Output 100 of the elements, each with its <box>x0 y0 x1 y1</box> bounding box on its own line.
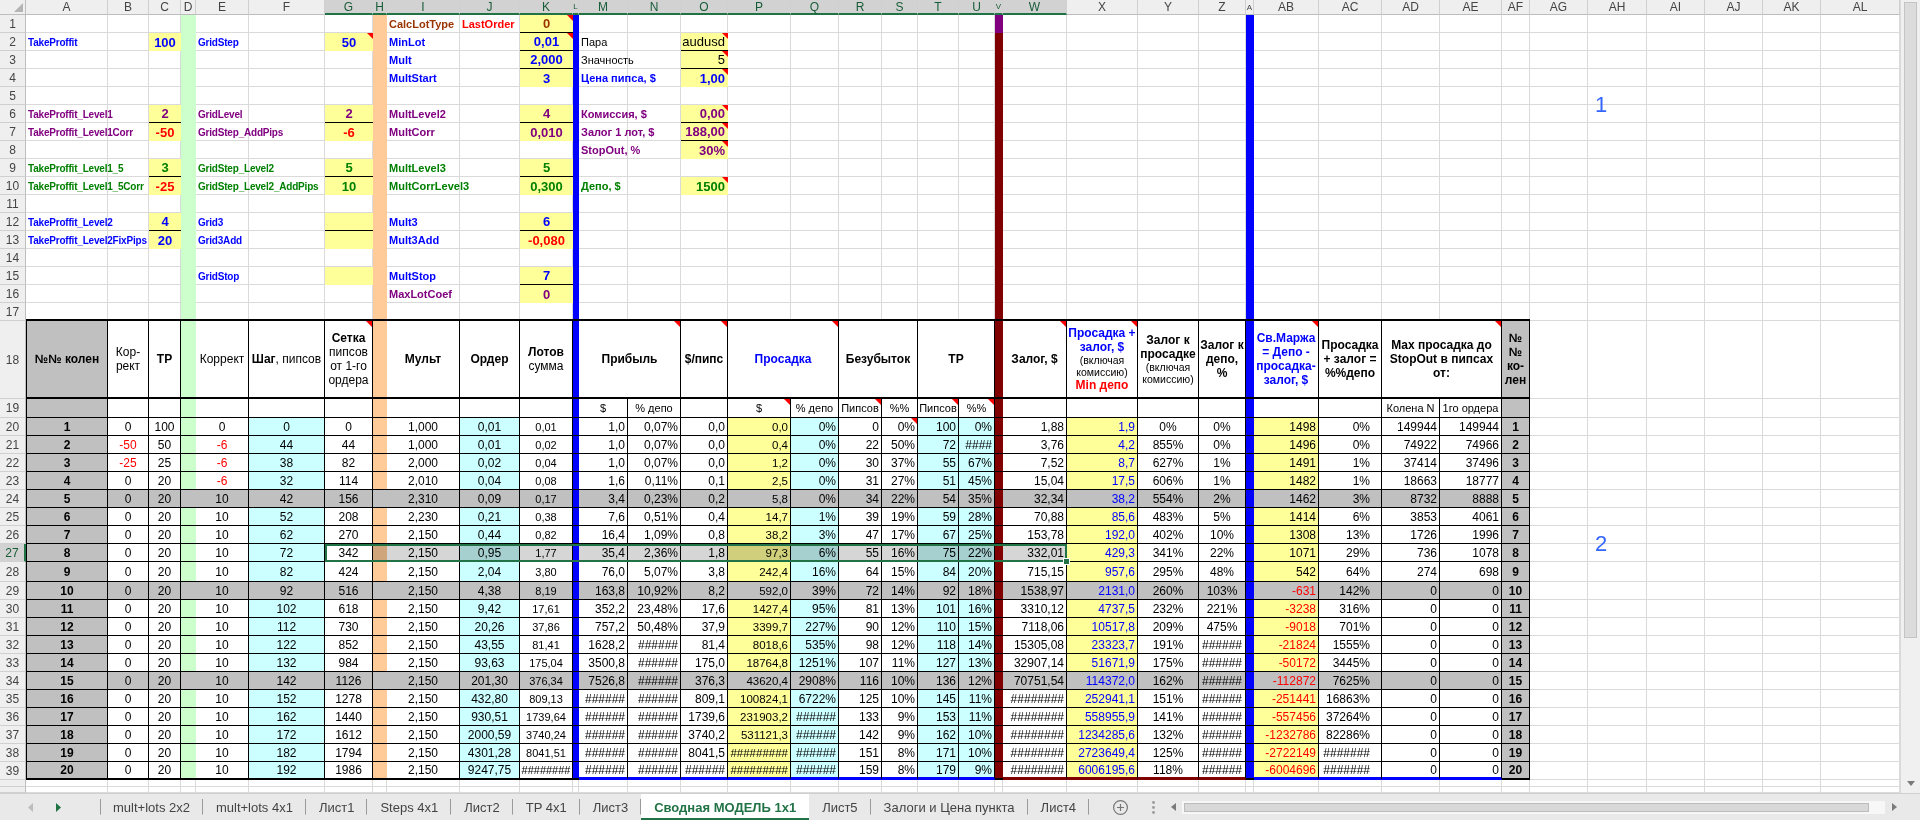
row-header[interactable]: 7 <box>0 123 26 141</box>
column-header[interactable]: F <box>249 0 325 15</box>
parameter-field[interactable]: 3 <box>149 159 181 177</box>
row-header[interactable]: 37 <box>0 726 26 744</box>
row-header[interactable] <box>0 787 26 793</box>
scrollbar-thumb[interactable] <box>1904 2 1917 638</box>
parameter-field[interactable]: 1500 <box>681 177 728 195</box>
row-header[interactable]: 9 <box>0 159 26 177</box>
column-header[interactable]: AC <box>1319 0 1382 15</box>
parameter-field[interactable] <box>325 267 373 285</box>
row-header[interactable]: 17 <box>0 303 26 321</box>
column-header[interactable]: AG <box>1530 0 1588 15</box>
row-header[interactable]: 22 <box>0 454 26 472</box>
column-header[interactable]: AH <box>1588 0 1647 15</box>
row-header[interactable]: 13 <box>0 231 26 249</box>
row-header[interactable]: 6 <box>0 105 26 123</box>
parameter-field[interactable]: 4 <box>520 105 573 123</box>
scrollbar-track[interactable] <box>1182 800 1885 814</box>
column-header[interactable]: X <box>1067 0 1138 15</box>
parameter-field[interactable]: 0,300 <box>520 177 573 195</box>
fill-handle[interactable] <box>1063 558 1070 565</box>
parameter-field[interactable]: -25 <box>149 177 181 195</box>
column-header[interactable]: E <box>196 0 249 15</box>
row-header[interactable]: 21 <box>0 436 26 454</box>
column-header[interactable]: AJ <box>1705 0 1763 15</box>
row-header[interactable]: 28 <box>0 562 26 582</box>
column-header[interactable]: O <box>681 0 728 15</box>
parameter-field[interactable]: audusd <box>681 33 728 51</box>
column-header[interactable]: Q <box>791 0 839 15</box>
column-header[interactable]: W <box>1003 0 1067 15</box>
parameter-field[interactable]: 5 <box>681 51 728 69</box>
parameter-field[interactable]: 6 <box>520 213 573 231</box>
row-header[interactable]: 11 <box>0 195 26 213</box>
column-header[interactable]: D <box>181 0 196 15</box>
column-header[interactable]: AB <box>1254 0 1319 15</box>
column-header[interactable]: T <box>918 0 959 15</box>
parameter-field[interactable]: 188,00 <box>681 123 728 141</box>
row-header[interactable]: 4 <box>0 69 26 87</box>
row-header[interactable]: 8 <box>0 141 26 159</box>
row-header[interactable]: 20 <box>0 418 26 436</box>
parameter-field[interactable] <box>325 231 373 249</box>
column-header[interactable]: K <box>520 0 573 15</box>
column-header[interactable]: H <box>373 0 387 15</box>
parameter-field[interactable]: 0,010 <box>520 123 573 141</box>
row-header[interactable]: 33 <box>0 654 26 672</box>
parameter-field[interactable]: 50 <box>325 33 373 51</box>
column-header[interactable]: S <box>882 0 918 15</box>
add-sheet-button[interactable] <box>1113 799 1129 815</box>
column-header[interactable]: U <box>959 0 995 15</box>
row-header[interactable]: 26 <box>0 526 26 544</box>
row-header[interactable]: 1 <box>0 15 26 33</box>
parameter-field[interactable]: 10 <box>325 177 373 195</box>
drag-handle-icon[interactable] <box>1152 800 1156 814</box>
row-header[interactable]: 16 <box>0 285 26 303</box>
row-header[interactable]: 19 <box>0 399 26 418</box>
row-header[interactable]: 5 <box>0 87 26 105</box>
parameter-field[interactable]: -50 <box>149 123 181 141</box>
row-header[interactable]: 32 <box>0 636 26 654</box>
column-header[interactable]: AL <box>1821 0 1900 15</box>
parameter-field[interactable]: 30% <box>681 141 728 159</box>
column-header[interactable]: N <box>628 0 681 15</box>
column-header[interactable]: AI <box>1647 0 1705 15</box>
column-header[interactable]: B <box>108 0 149 15</box>
row-header[interactable]: 12 <box>0 213 26 231</box>
row-header[interactable]: 24 <box>0 490 26 508</box>
parameter-field[interactable]: 0,00 <box>681 105 728 123</box>
column-header[interactable]: P <box>728 0 791 15</box>
column-header[interactable]: Y <box>1138 0 1199 15</box>
column-header[interactable]: AE <box>1440 0 1502 15</box>
scrollbar-thumb[interactable] <box>1184 802 1869 812</box>
row-header[interactable]: 18 <box>0 321 26 399</box>
column-header[interactable]: A <box>26 0 108 15</box>
column-header[interactable]: C <box>149 0 181 15</box>
row-header[interactable]: 36 <box>0 708 26 726</box>
parameter-field[interactable]: 2,000 <box>520 51 573 69</box>
row-header[interactable]: 10 <box>0 177 26 195</box>
select-all-button[interactable] <box>0 0 26 15</box>
row-header[interactable]: 23 <box>0 472 26 490</box>
parameter-field[interactable]: 0,01 <box>520 33 573 51</box>
row-header[interactable]: 34 <box>0 672 26 690</box>
parameter-field[interactable]: -0,080 <box>520 231 573 249</box>
parameter-field[interactable]: 3 <box>520 69 573 87</box>
parameter-field[interactable]: 1,00 <box>681 69 728 87</box>
vertical-scrollbar[interactable] <box>1900 0 1920 793</box>
next-sheet-button[interactable] <box>54 800 62 814</box>
row-header[interactable]: 15 <box>0 267 26 285</box>
column-header[interactable]: AF <box>1502 0 1530 15</box>
parameter-field[interactable]: 2 <box>149 105 181 123</box>
parameter-field[interactable] <box>325 213 373 231</box>
row-header[interactable]: 27 <box>0 544 26 562</box>
parameter-field[interactable]: 5 <box>520 159 573 177</box>
parameter-field[interactable]: 100 <box>149 33 181 51</box>
column-header[interactable]: R <box>839 0 882 15</box>
row-header[interactable]: 29 <box>0 582 26 600</box>
column-header[interactable]: J <box>460 0 520 15</box>
column-header[interactable]: I <box>387 0 460 15</box>
parameter-field[interactable]: 0 <box>520 15 573 33</box>
parameter-field[interactable]: 2 <box>325 105 373 123</box>
parameter-field[interactable]: -6 <box>325 123 373 141</box>
row-header[interactable]: 25 <box>0 508 26 526</box>
